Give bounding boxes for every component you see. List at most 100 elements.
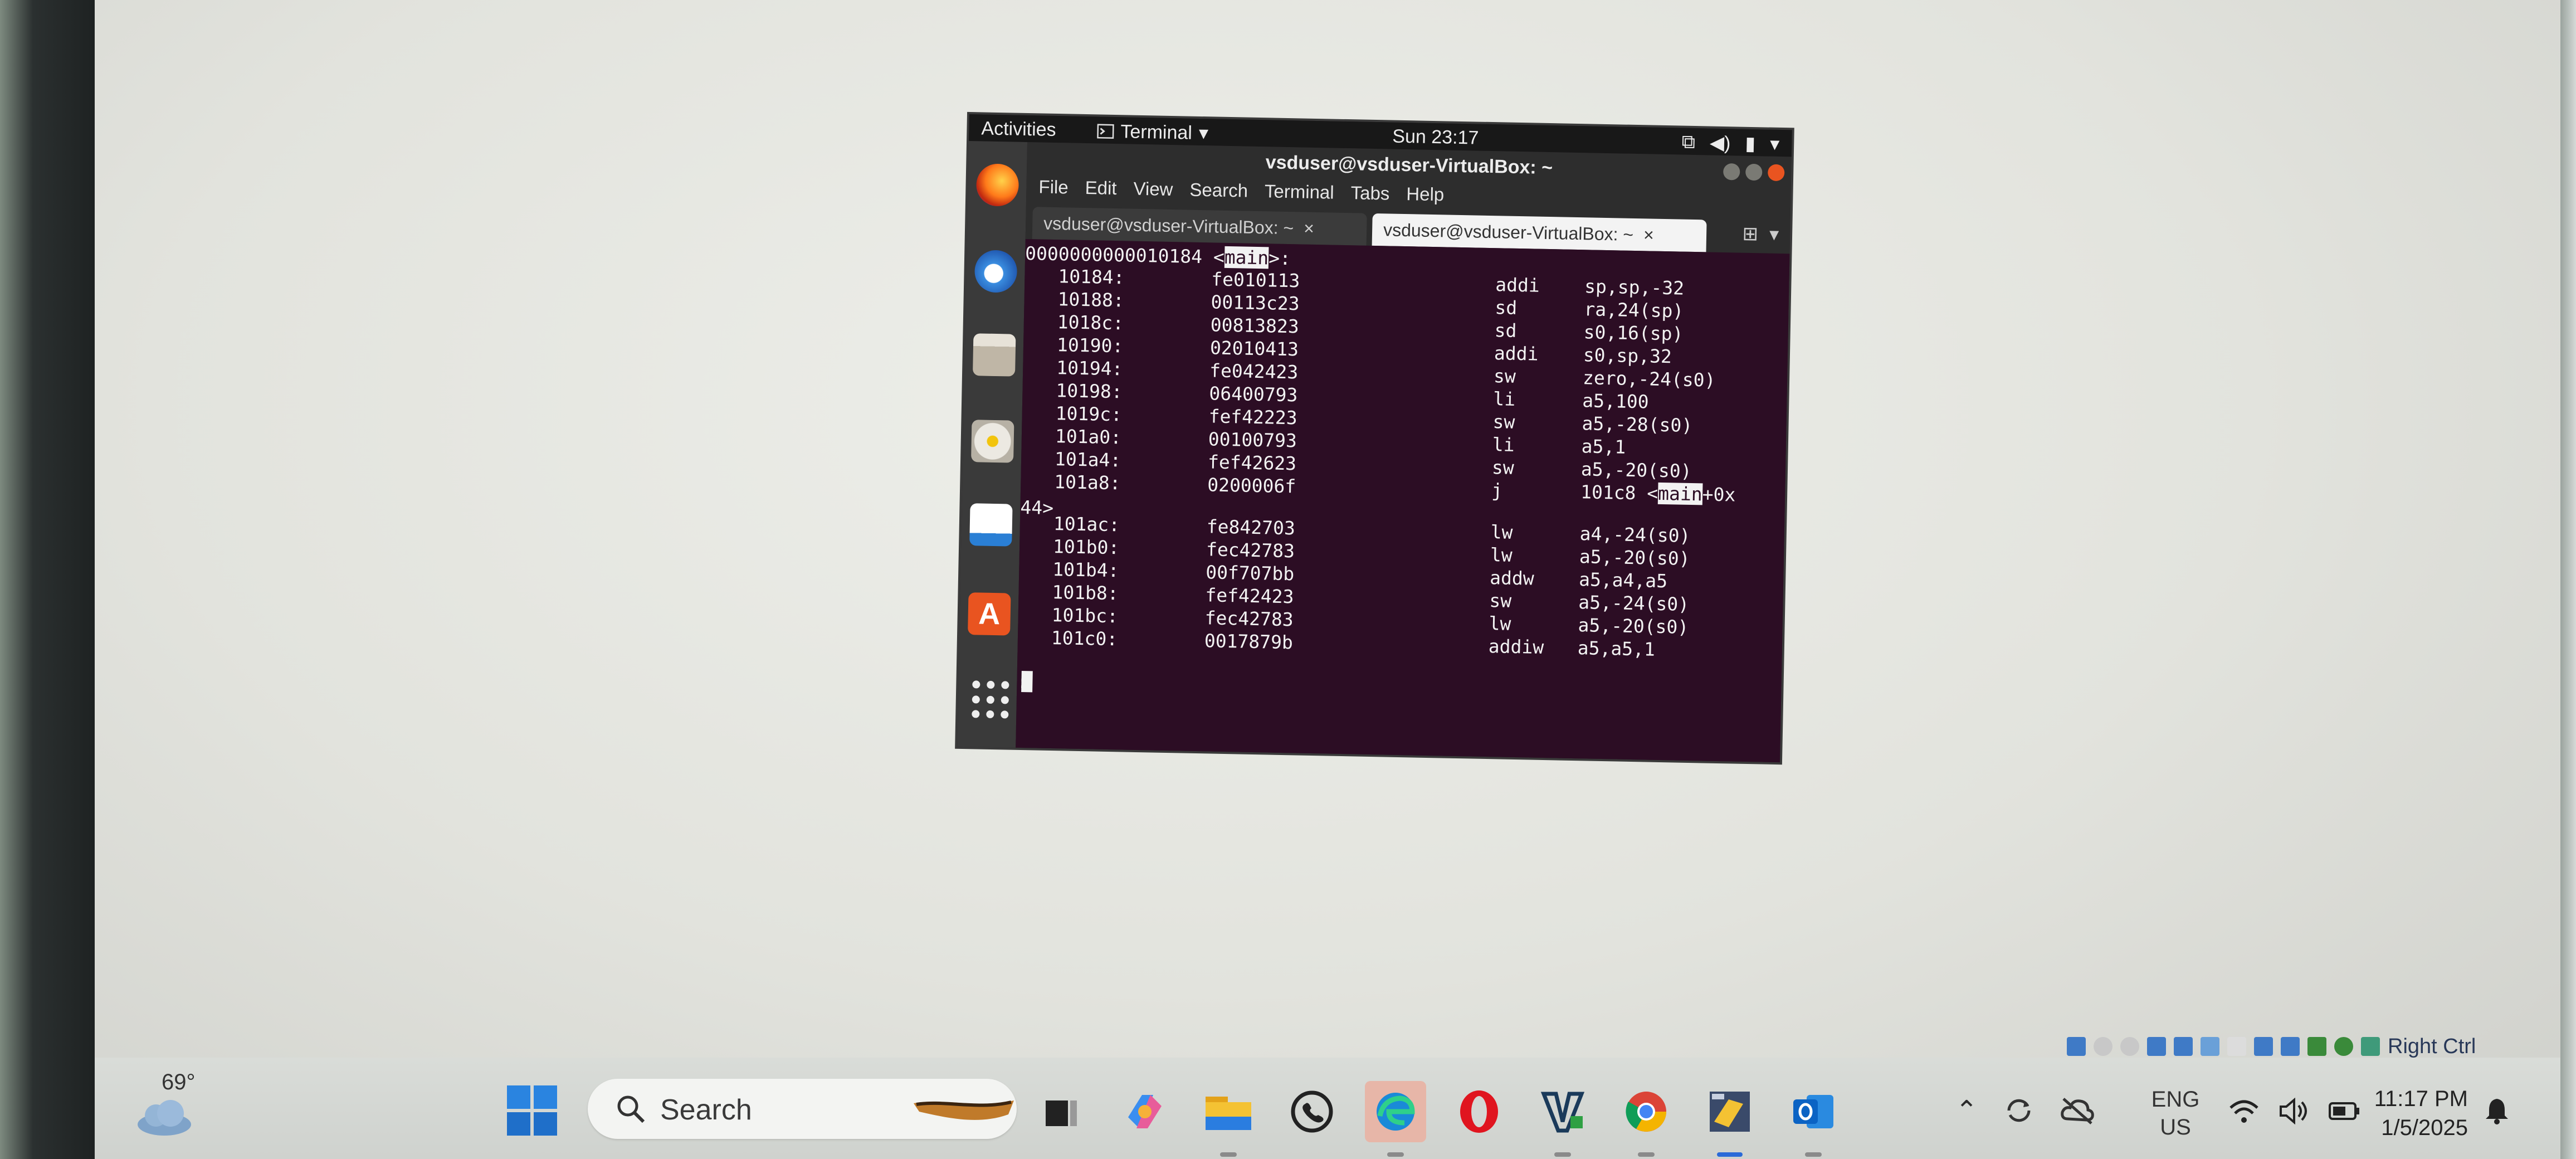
task-view-icon[interactable] [1031, 1081, 1092, 1142]
chevron-down-icon: ▾ [1198, 122, 1209, 144]
sync-icon[interactable] [2002, 1094, 2036, 1127]
weather-widget[interactable]: 69° [134, 1070, 217, 1137]
terminal-window: vsduser@vsduser-VirtualBox: ~ File Edit … [1016, 142, 1792, 763]
chevron-up-icon[interactable]: ⌃ [1955, 1095, 1978, 1126]
row-address: 10198: [1056, 379, 1123, 403]
firefox-icon[interactable] [975, 163, 1019, 207]
optical-drive-icon[interactable] [2094, 1037, 2112, 1056]
language-indicator[interactable]: ENG US [2145, 1085, 2206, 1141]
close-button[interactable] [1767, 164, 1785, 182]
files-icon[interactable] [972, 333, 1016, 377]
visual-studio-icon[interactable] [1532, 1081, 1593, 1157]
disk-icon[interactable] [2067, 1037, 2086, 1056]
menu-file[interactable]: File [1038, 176, 1069, 198]
maximize-button[interactable] [1745, 163, 1763, 181]
row-mnemonic: lw [1490, 544, 1513, 566]
row-hex: 00813823 [1210, 314, 1300, 338]
copilot-icon[interactable] [1114, 1081, 1175, 1142]
row-address: 101a0: [1055, 425, 1122, 449]
cpu-icon[interactable] [2281, 1037, 2300, 1056]
ubuntu-dock: A [957, 140, 1028, 748]
gnome-clock[interactable]: Sun 23:17 [1392, 126, 1479, 149]
minimize-button[interactable] [1723, 163, 1740, 181]
opera-icon[interactable] [1448, 1081, 1510, 1142]
row-mnemonic: lw [1489, 612, 1511, 635]
software-icon[interactable]: A [968, 592, 1011, 636]
jump-symbol: main [1657, 482, 1703, 505]
row-operands: a5,1 [1581, 435, 1626, 458]
row-operands: a5,-20(s0) [1579, 546, 1690, 569]
windows-start-icon[interactable] [507, 1085, 557, 1138]
menu-edit[interactable]: Edit [1085, 177, 1117, 199]
virtualbox-vm-display[interactable]: Activities Terminal ▾ Sun 23:17 ⧉ ◀) ▮ ▾… [957, 114, 1792, 763]
close-icon[interactable]: × [1304, 218, 1314, 238]
keyboard-icon[interactable] [2334, 1037, 2353, 1056]
windows-taskbar: 69° Search ⌃ ENG US 11:17 PM 1/5/2025 [95, 1058, 2560, 1159]
chrome-icon[interactable] [1616, 1081, 1677, 1157]
menu-help[interactable]: Help [1406, 183, 1445, 205]
menu-view[interactable]: View [1133, 178, 1173, 200]
shared-folder-icon[interactable] [2201, 1037, 2219, 1056]
running-indicator [1387, 1152, 1404, 1157]
row-hex: 00113c23 [1211, 291, 1300, 315]
row-mnemonic: li [1492, 434, 1515, 456]
whatsapp-icon[interactable] [1281, 1081, 1343, 1142]
system-menu[interactable]: ⧉ ◀) ▮ ▾ [1681, 132, 1779, 155]
row-address: 101b4: [1052, 558, 1119, 582]
taskbar-search[interactable]: Search [588, 1079, 1017, 1139]
edge-icon[interactable] [1365, 1081, 1426, 1157]
weather-temp: 69° [162, 1070, 196, 1094]
row-mnemonic: sd [1495, 296, 1518, 319]
running-indicator [1638, 1152, 1655, 1157]
usb-icon[interactable] [2174, 1037, 2193, 1056]
row-operands: a5,a5,1 [1577, 637, 1656, 660]
file-explorer-icon[interactable] [1198, 1081, 1259, 1157]
cloud-off-icon[interactable] [2060, 1097, 2095, 1124]
app-menu[interactable]: Terminal ▾ [1097, 120, 1208, 144]
host-key-icon[interactable] [2361, 1037, 2380, 1056]
row-mnemonic: addi [1494, 342, 1539, 365]
lang-line-2: US [2160, 1115, 2191, 1139]
header-address: 0000000000010184 [1024, 242, 1203, 268]
rhythmbox-icon[interactable] [971, 420, 1014, 463]
terminal-output[interactable]: 0000000000010184 <main>: 10184: fe010113 a… [1016, 238, 1790, 763]
app-grid-icon[interactable] [966, 676, 1009, 719]
row-hex: 06400793 [1209, 382, 1298, 406]
writer-icon[interactable] [969, 503, 1013, 547]
row-address: 101b8: [1052, 581, 1119, 605]
mouse-integration-icon[interactable] [2307, 1037, 2326, 1056]
row-operands: a5,a4,a5 [1578, 568, 1668, 592]
menu-tabs[interactable]: Tabs [1350, 182, 1389, 204]
new-tab-icon[interactable]: ⊞ [1742, 223, 1758, 246]
window-controls [1723, 163, 1785, 182]
virtualbox-icon[interactable] [1699, 1081, 1760, 1157]
menu-terminal[interactable]: Terminal [1265, 181, 1334, 203]
row-operands: 101c8 < [1580, 481, 1658, 504]
host-key-label: Right Ctrl [2388, 1034, 2476, 1058]
activities-button[interactable]: Activities [981, 118, 1056, 141]
battery-icon: ▮ [1745, 133, 1756, 155]
thunderbird-icon[interactable] [974, 250, 1018, 293]
row-hex: fef42223 [1208, 405, 1297, 429]
volume-icon [2280, 1098, 2307, 1124]
menu-search[interactable]: Search [1189, 179, 1248, 202]
row-mnemonic: li [1492, 388, 1516, 410]
display-icon[interactable] [2227, 1037, 2246, 1056]
app-menu-label: Terminal [1120, 120, 1193, 144]
close-icon[interactable]: × [1643, 225, 1654, 245]
audio-icon[interactable] [2120, 1037, 2139, 1056]
wrap-line: 44> [1020, 496, 1054, 519]
network-adapter-icon[interactable] [2147, 1037, 2166, 1056]
video-capture-icon[interactable] [2254, 1037, 2273, 1056]
running-indicator [1220, 1152, 1237, 1157]
taskbar-clock[interactable]: 11:17 PM 1/5/2025 [2345, 1084, 2468, 1142]
row-mnemonic: sw [1491, 456, 1515, 479]
bell-icon[interactable] [2485, 1097, 2509, 1127]
row-operands: a5,-24(s0) [1578, 591, 1690, 615]
search-icon [617, 1095, 645, 1123]
row-hex: 00f707bb [1205, 561, 1295, 585]
outlook-icon[interactable] [1783, 1081, 1844, 1157]
chevron-down-icon[interactable]: ▾ [1769, 223, 1779, 246]
clock-time: 11:17 PM [2374, 1087, 2468, 1111]
quick-settings[interactable] [2228, 1098, 2360, 1124]
